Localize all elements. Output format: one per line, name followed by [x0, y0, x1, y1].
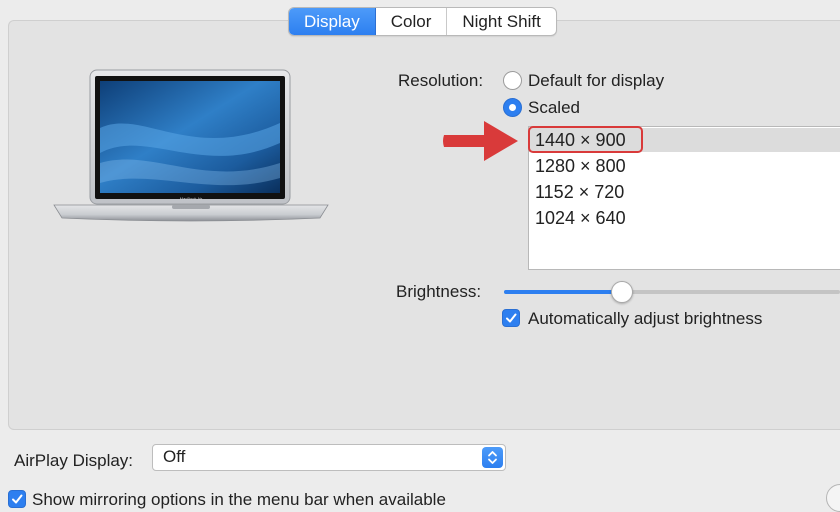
updown-chevron-icon: [482, 447, 503, 468]
brightness-label: Brightness:: [396, 282, 482, 301]
help-button[interactable]: [826, 484, 840, 512]
show-mirroring-checkbox[interactable]: [8, 490, 26, 508]
auto-brightness-checkbox[interactable]: [502, 309, 520, 327]
show-mirroring-label: Show mirroring options in the menu bar w…: [32, 490, 446, 509]
laptop-icon: MacBook Air: [53, 69, 329, 222]
resolution-item[interactable]: 1024 × 640: [535, 206, 626, 230]
tab-display[interactable]: Display: [289, 8, 376, 35]
resolution-item[interactable]: 1280 × 800: [535, 154, 626, 178]
brightness-slider[interactable]: [504, 281, 840, 303]
resolution-label: Resolution:: [398, 71, 484, 90]
option-scaled-label: Scaled: [528, 98, 580, 117]
tab-color[interactable]: Color: [376, 8, 448, 35]
resolution-item[interactable]: 1152 × 720: [535, 180, 624, 204]
scaled-resolution-list: 1440 × 900 1280 × 800 1152 × 720 1024 × …: [528, 126, 840, 270]
resolution-item-selected[interactable]: 1440 × 900: [529, 128, 840, 152]
brightness-slider-fill: [504, 290, 622, 294]
checkmark-icon: [506, 313, 517, 323]
tab-night-shift[interactable]: Night Shift: [447, 8, 555, 35]
tab-bar: Display Color Night Shift: [288, 7, 557, 36]
option-default-for-display-label: Default for display: [528, 71, 665, 90]
radio-scaled[interactable]: [503, 98, 522, 117]
checkmark-icon: [12, 494, 23, 504]
brightness-slider-knob[interactable]: [610, 281, 633, 303]
laptop-logo: MacBook Air: [180, 196, 203, 201]
right-arrow-icon: [443, 121, 518, 161]
airplay-display-label: AirPlay Display:: [14, 451, 134, 470]
airplay-display-select[interactable]: Off: [152, 444, 506, 471]
auto-brightness-label: Automatically adjust brightness: [528, 309, 763, 328]
airplay-display-value: Off: [163, 447, 186, 466]
radio-default-for-display[interactable]: [503, 71, 522, 90]
